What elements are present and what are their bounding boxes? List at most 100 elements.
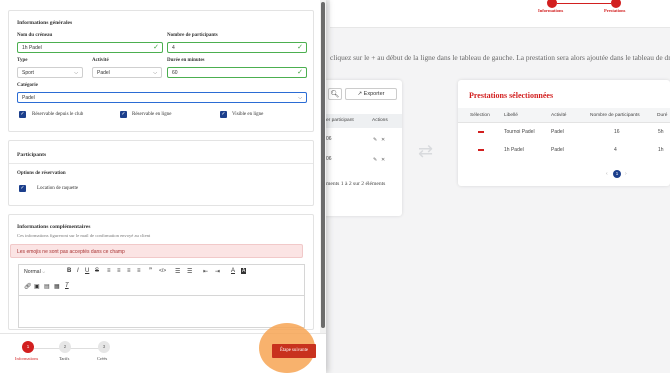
strikethrough-icon[interactable]: S: [95, 268, 99, 274]
checkbox-label: Visible en ligne: [232, 112, 264, 117]
participants-section: Participants Options de réservation ✓ Lo…: [8, 140, 314, 206]
text-color-icon[interactable]: A: [231, 268, 235, 274]
checkbox-label: Réservable en ligne: [132, 112, 172, 117]
column-header: Libellé: [504, 113, 518, 118]
search-button[interactable]: 🔍︎: [328, 88, 342, 100]
next-step-button[interactable]: Étape suivante: [272, 344, 316, 358]
export-label: Exporter: [363, 91, 385, 97]
indent-decrease-icon[interactable]: ⇤: [203, 268, 208, 275]
participants-input[interactable]: 4 ✓: [167, 42, 307, 53]
quote-icon[interactable]: ”: [149, 268, 152, 274]
duration-label: Durée en minutes: [167, 58, 205, 63]
activity-select[interactable]: Padel ⌵: [92, 67, 162, 78]
table-cell: 1h Padel: [504, 147, 524, 153]
wizard-step-label: Informations: [15, 356, 39, 361]
format-select[interactable]: Normal ⌵: [24, 269, 45, 275]
table-footer: ments 1 à 2 sur 2 éléments: [326, 181, 386, 187]
chevron-down-icon: ⌵: [42, 269, 46, 274]
slot-form-drawer: Informations générales Nom du créneau 1h…: [0, 0, 326, 373]
section-subtitle: Ces informations figureront sur le mail …: [17, 233, 151, 238]
underline-icon[interactable]: U: [85, 268, 89, 274]
activity-label: Activité: [92, 58, 109, 63]
clear-format-icon[interactable]: T: [65, 283, 69, 289]
column-header: Activité: [551, 113, 567, 118]
background-stepper: Informations Prestations: [330, 0, 670, 28]
step-dot-informations: [547, 0, 557, 8]
type-select[interactable]: Sport ⌵: [17, 67, 83, 78]
type-label: Type: [17, 58, 28, 63]
bookable-club-checkbox[interactable]: ✓: [19, 111, 26, 118]
general-info-section: Informations générales Nom du créneau 1h…: [8, 10, 314, 132]
scrollbar-thumb[interactable]: [321, 2, 325, 328]
external-link-icon: ↗: [357, 91, 363, 97]
racket-rental-checkbox[interactable]: ✓: [19, 185, 26, 192]
delete-icon[interactable]: ✕: [381, 137, 385, 143]
section-title: Informations générales: [17, 20, 73, 26]
bold-icon[interactable]: B: [67, 268, 71, 274]
check-icon: ✓: [153, 44, 159, 51]
wizard-step-3[interactable]: 3: [98, 341, 110, 353]
table-icon[interactable]: ▦: [54, 283, 60, 290]
code-icon[interactable]: </>: [159, 268, 166, 274]
table-cell: 5h: [658, 129, 664, 135]
duration-input[interactable]: 60 ✓: [167, 67, 307, 78]
rich-text-toolbar: Normal ⌵ B I U S ≡ ≡ ≡ ≡ ” </> ☰ ☰ ⇤ ⇥ A…: [18, 264, 305, 296]
step-label-informations: Informations: [538, 8, 564, 13]
instruction-text: cliquez sur le + au début de la ligne da…: [330, 53, 670, 62]
checkbox-label: Réservable depuis le club: [32, 112, 84, 117]
link-icon[interactable]: 🔗︎: [24, 283, 32, 290]
section-title: Participants: [17, 152, 47, 158]
emoji-warning-alert: Les emojis ne sont pas acceptés dans ce …: [10, 244, 303, 258]
align-right-icon[interactable]: ≡: [127, 268, 131, 274]
transfer-arrows-icon: ⇄: [418, 141, 434, 161]
export-button[interactable]: ↗ Exporter: [345, 88, 397, 100]
category-label: Catégorie: [17, 83, 38, 88]
column-header: Sélection: [470, 113, 490, 118]
video-icon[interactable]: ▤: [44, 283, 50, 290]
slot-name-input[interactable]: 1h Padel ✓: [17, 42, 163, 53]
image-icon[interactable]: ▣: [34, 283, 40, 290]
align-left-icon[interactable]: ≡: [107, 268, 111, 274]
checkbox-label: Location de raquette: [37, 186, 79, 191]
pagination-next[interactable]: ›: [625, 171, 627, 177]
remove-row-button[interactable]: [478, 131, 484, 133]
table-cell: 4: [614, 147, 617, 153]
table-cell: Tournoi Padel: [504, 129, 535, 135]
step-connector: [557, 3, 611, 4]
edit-icon[interactable]: ✎: [373, 157, 377, 163]
section-title: Informations complémentaires: [17, 224, 91, 230]
table-cell: 06: [326, 156, 332, 162]
wizard-step-label: Créés: [97, 356, 108, 361]
align-center-icon[interactable]: ≡: [117, 268, 121, 274]
category-select[interactable]: Padel ⌵: [17, 92, 307, 103]
table-cell: 16: [614, 129, 620, 135]
delete-icon[interactable]: ✕: [381, 157, 385, 163]
table-cell: 06: [326, 136, 332, 142]
visible-online-checkbox[interactable]: ✓: [220, 111, 227, 118]
selected-services-card: Prestations sélectionnées Sélection Libe…: [458, 80, 670, 186]
ordered-list-icon[interactable]: ☰: [175, 268, 180, 275]
selected-services-title: Prestations sélectionnées: [469, 91, 554, 100]
wizard-step-1[interactable]: 1: [22, 341, 34, 353]
pagination-current-page[interactable]: 1: [613, 170, 621, 178]
rich-text-editor[interactable]: [18, 296, 305, 328]
bookable-online-checkbox[interactable]: ✓: [120, 111, 127, 118]
edit-icon[interactable]: ✎: [373, 137, 377, 143]
background-color-icon[interactable]: A: [241, 268, 247, 274]
column-header: Nombre de participants: [590, 113, 640, 118]
indent-increase-icon[interactable]: ⇥: [215, 268, 220, 275]
search-icon: 🔍︎: [330, 90, 340, 98]
wizard-step-2[interactable]: 2: [59, 341, 71, 353]
align-justify-icon[interactable]: ≡: [137, 268, 141, 274]
table-cell: Padel: [551, 147, 564, 153]
column-header: er participant: [326, 118, 354, 123]
italic-icon[interactable]: I: [77, 268, 79, 274]
chevron-down-icon: ⌵: [74, 70, 78, 76]
pagination-prev[interactable]: ‹: [606, 171, 608, 177]
remove-row-button[interactable]: [478, 149, 484, 151]
table-cell: 1h: [658, 147, 664, 153]
column-header: Actions: [372, 118, 388, 123]
booking-options-label: Options de réservation: [17, 171, 66, 176]
bullet-list-icon[interactable]: ☰: [187, 268, 192, 275]
participants-label: Nombre de participants: [167, 33, 218, 38]
